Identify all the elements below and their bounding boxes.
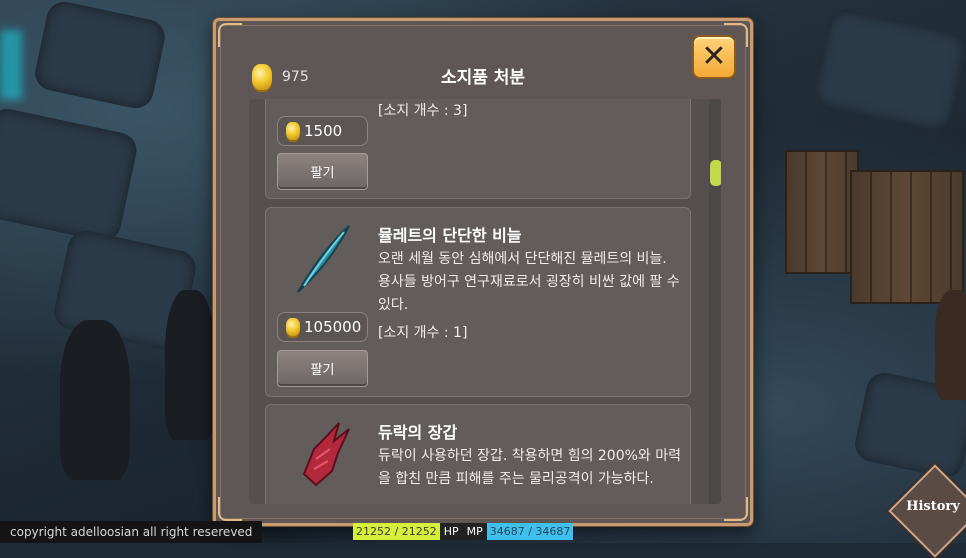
- item-description: 듀락이 사용하던 장갑. 착용하면 힘의 200%와 마력을 합친 만큼 피해를…: [378, 448, 682, 487]
- gold-coin-icon: [286, 318, 300, 336]
- hp-value: 21252 / 21252: [353, 522, 440, 540]
- close-button[interactable]: ✕: [692, 35, 736, 79]
- rock: [811, 6, 966, 134]
- gold-coin-icon: [286, 122, 300, 140]
- character-silhouette: [165, 290, 215, 440]
- item-name: 듀락의 장갑: [378, 423, 458, 442]
- list-item: 듀락의 장갑 듀락이 사용하던 장갑. 착용하면 힘의 200%와 마력을 합친…: [265, 404, 691, 504]
- scale-item-icon: [297, 225, 350, 293]
- history-label: History: [906, 499, 960, 514]
- rock: [31, 0, 169, 112]
- dialog-title: 소지품 처분: [440, 68, 526, 88]
- status-bar: 21252 / 21252 HP MP 34687 / 34687: [353, 522, 574, 540]
- owned-count: [소지 개수 : 3]: [378, 103, 468, 119]
- sell-button[interactable]: 팔기: [277, 350, 368, 387]
- item-name: 뮬레트의 단단한 비늘: [378, 226, 522, 245]
- ornament-corner: [724, 497, 748, 521]
- hp-label: HP: [439, 522, 463, 540]
- owned-count: [소지 개수 : 1]: [378, 325, 468, 341]
- list-item: [소지 개수 : 3] 1500 팔기: [265, 99, 691, 199]
- scrollbar-thumb[interactable]: [710, 160, 721, 186]
- mp-value: 34687 / 34687: [486, 522, 574, 540]
- close-icon: ✕: [701, 39, 727, 74]
- rock: [0, 105, 140, 245]
- wooden-crate: [785, 150, 859, 274]
- item-description: 오랜 세월 동안 심해에서 단단해진 뮬레트의 비늘. 용사들 방어구 연구재료…: [378, 251, 680, 313]
- price-box: 105000: [277, 312, 368, 342]
- list-item: 뮬레트의 단단한 비늘 오랜 세월 동안 심해에서 단단해진 뮬레트의 비늘. …: [265, 207, 691, 397]
- scrollbar[interactable]: [709, 99, 721, 504]
- character-silhouette: [935, 290, 966, 400]
- item-list[interactable]: [소지 개수 : 3] 1500 팔기 뮬레트의 단단한 비늘 오랜 세월 동안…: [249, 99, 721, 504]
- price-box: 1500: [277, 116, 368, 146]
- mp-label: MP: [462, 522, 487, 540]
- wooden-crate: [850, 170, 964, 304]
- item-price: 1500: [304, 122, 343, 140]
- ornament-corner: [218, 23, 242, 47]
- sell-button[interactable]: 팔기: [277, 153, 368, 190]
- item-price: 105000: [304, 318, 362, 336]
- copyright-text: copyright adelloosian all right resereve…: [0, 521, 263, 543]
- ornament-corner: [218, 497, 242, 521]
- character-silhouette: [60, 320, 130, 480]
- gauntlet-item-icon: [302, 422, 350, 487]
- water-glow: [0, 30, 22, 100]
- sell-items-dialog: 975 소지품 처분 ✕ [소지 개수 : 3] 1500 팔기 뮬레트의 단단…: [213, 18, 753, 526]
